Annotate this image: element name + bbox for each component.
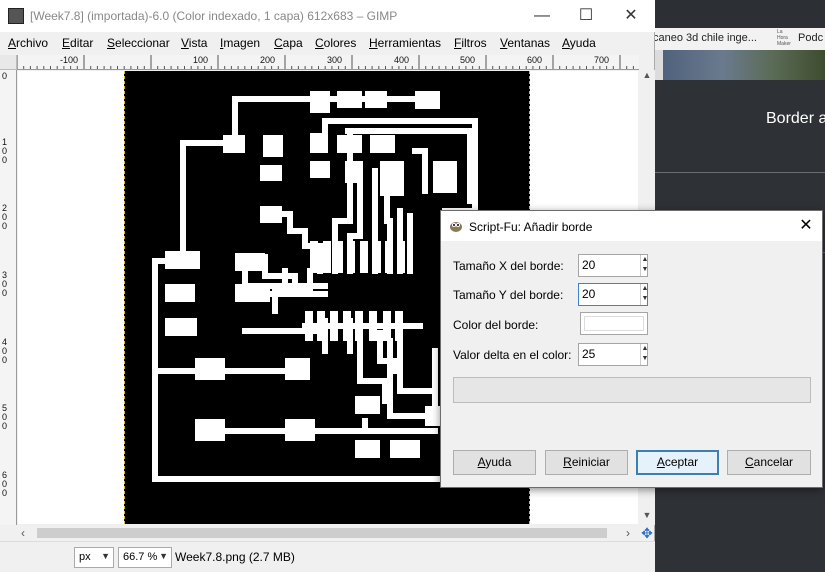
cancel-button[interactable]: Cancelar <box>727 450 811 475</box>
dialog-titlebar: Script-Fu: Añadir borde ✕ <box>441 211 822 241</box>
menu-vista[interactable]: Vista <box>181 36 207 50</box>
spin-up-icon[interactable]: ▲ <box>641 344 649 354</box>
ruler-label: 500 <box>460 55 476 65</box>
border-x-spinbutton[interactable]: ▲▼ <box>578 254 648 277</box>
scroll-right-icon[interactable]: › <box>626 526 630 540</box>
border-y-input[interactable] <box>579 284 635 304</box>
menu-imagen[interactable]: Imagen <box>220 36 260 50</box>
spin-up-icon[interactable]: ▲ <box>641 255 649 265</box>
menu-bar: Archivo Editar Seleccionar Vista Imagen … <box>0 33 655 53</box>
bookmarks-bar: caneo 3d chile inge... La Hora Maker Pod… <box>655 28 825 50</box>
scroll-up-icon[interactable]: ▲ <box>639 70 655 84</box>
menu-ventanas[interactable]: Ventanas <box>500 36 550 50</box>
gimp-app-icon <box>8 8 24 24</box>
menu-seleccionar[interactable]: Seleccionar <box>107 36 170 50</box>
border-y-spinbutton[interactable]: ▲▼ <box>578 283 648 306</box>
ruler-label: 700 <box>594 55 610 65</box>
border-color-button[interactable] <box>580 312 648 335</box>
scroll-down-icon[interactable]: ▼ <box>639 510 655 524</box>
navigate-image-icon[interactable]: ✥ <box>639 525 655 541</box>
menu-archivo[interactable]: Archivo <box>8 36 48 50</box>
browser-page-image <box>655 50 825 80</box>
border-x-input[interactable] <box>579 255 635 275</box>
bookmark-logo-icon[interactable]: La Hora Maker <box>777 29 793 47</box>
border-color-label: Color del borde: <box>453 318 539 332</box>
ruler-label: 100 <box>193 55 209 65</box>
chevron-down-icon: ▼ <box>159 551 168 561</box>
ruler-label: 0 <box>2 71 8 81</box>
menu-colores[interactable]: Colores <box>315 36 356 50</box>
gimp-titlebar: [Week7.8] (importada)-6.0 (Color indexad… <box>0 0 655 32</box>
quick-mask-toggle[interactable] <box>0 55 17 70</box>
spin-down-icon[interactable]: ▼ <box>641 354 649 364</box>
ruler-label: 300 <box>327 55 343 65</box>
menu-capa[interactable]: Capa <box>274 36 303 50</box>
dialog-title: Script-Fu: Añadir borde <box>469 220 593 234</box>
horizontal-ruler[interactable]: 0 -100 100 200 300 400 500 600 700 <box>17 55 639 70</box>
color-delta-label: Valor delta en el color: <box>453 348 572 362</box>
unit-value: px <box>79 551 91 563</box>
ruler-label: 500 <box>2 403 8 431</box>
ruler-label: 300 <box>2 270 8 298</box>
horizontal-scrollbar[interactable]: ‹ › <box>17 525 639 541</box>
ruler-label: 100 <box>2 137 8 165</box>
border-x-label: Tamaño X del borde: <box>453 259 564 273</box>
color-delta-spinbutton[interactable]: ▲▼ <box>578 343 648 366</box>
close-button[interactable]: ✕ <box>621 6 641 26</box>
spin-down-icon[interactable]: ▼ <box>641 294 649 304</box>
gimp-wilber-icon <box>450 222 462 232</box>
zoom-value: 66.7 % <box>123 551 158 563</box>
border-y-label: Tamaño Y del borde: <box>453 288 564 302</box>
status-bar: px ▼ 66.7 % ▼ Week7.8.png (2.7 MB) <box>0 541 655 572</box>
ruler-label: 400 <box>394 55 410 65</box>
color-swatch <box>584 316 644 331</box>
browser-page-heading: Border a <box>766 110 825 127</box>
ruler-label: 400 <box>2 337 8 365</box>
spin-up-icon[interactable]: ▲ <box>641 284 649 294</box>
chevron-down-icon: ▼ <box>101 551 110 561</box>
unit-select[interactable]: px ▼ <box>74 547 114 568</box>
ruler-label: 600 <box>2 470 8 498</box>
ruler-label: 200 <box>260 55 276 65</box>
status-file-info: Week7.8.png (2.7 MB) <box>175 550 295 564</box>
ok-button[interactable]: Aceptar <box>636 450 719 475</box>
help-button[interactable]: Ayuda <box>453 450 536 475</box>
dialog-close-button[interactable]: ✕ <box>796 216 816 236</box>
menu-herramientas[interactable]: Herramientas <box>369 36 441 50</box>
menu-filtros[interactable]: Filtros <box>454 36 487 50</box>
color-delta-input[interactable] <box>579 344 635 364</box>
menu-editar[interactable]: Editar <box>62 36 93 50</box>
window-title: [Week7.8] (importada)-6.0 (Color indexad… <box>30 9 398 23</box>
ruler-label: -100 <box>60 55 79 65</box>
progress-bar <box>453 377 811 403</box>
reset-button[interactable]: Reiniciar <box>545 450 628 475</box>
minimize-button[interactable]: — <box>532 6 552 26</box>
zoom-select[interactable]: 66.7 % ▼ <box>118 547 172 568</box>
bookmark-item[interactable]: caneo 3d chile inge... <box>655 32 757 44</box>
divider <box>655 172 825 173</box>
vertical-ruler[interactable]: 0 100 200 300 400 500 600 <box>0 70 17 525</box>
maximize-button[interactable]: ☐ <box>576 6 596 26</box>
scroll-left-icon[interactable]: ‹ <box>21 526 25 540</box>
bookmark-item[interactable]: Podc <box>798 32 823 44</box>
scrollbar-thumb[interactable] <box>37 528 607 538</box>
menu-ayuda[interactable]: Ayuda <box>562 36 596 50</box>
spin-down-icon[interactable]: ▼ <box>641 265 649 275</box>
ruler-label: 600 <box>527 55 543 65</box>
ruler-label: 200 <box>2 203 8 231</box>
add-border-dialog: Script-Fu: Añadir borde ✕ Tamaño X del b… <box>440 210 823 488</box>
